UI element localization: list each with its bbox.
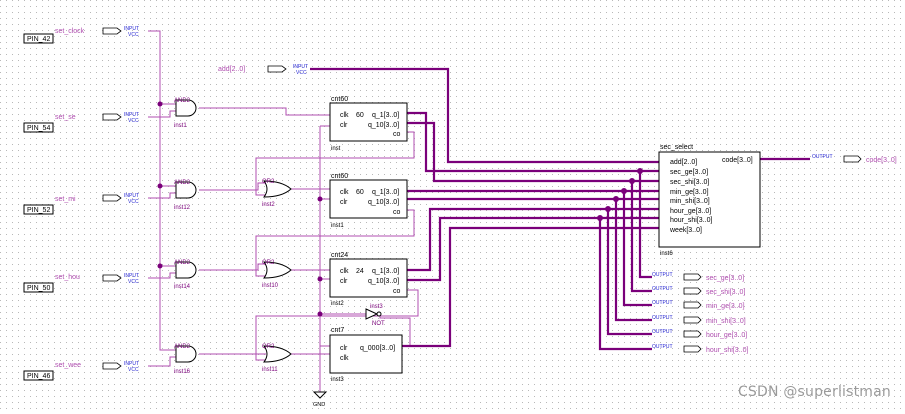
pin-signal: set_mi [55, 196, 76, 203]
block-name: cnt24 [331, 252, 348, 259]
gate-type: OR2 [262, 260, 275, 266]
port-label: hour_shi[3..0] [670, 217, 712, 224]
pin-label: PIN_50 [27, 285, 50, 292]
pin-vcc: VCC [128, 118, 139, 124]
gate-inst: inst11 [262, 367, 278, 373]
port-label: min_ge[3..0] [670, 189, 709, 196]
pin-vcc: VCC [296, 70, 307, 76]
pin-signal: set_wee [55, 362, 81, 369]
pin-signal: sec_ge[3..0] [706, 275, 744, 282]
port-label: co [393, 209, 401, 216]
pin-label: PIN_54 [27, 125, 50, 132]
block-inst: inst6 [660, 251, 673, 257]
pin-label: PIN_52 [27, 207, 50, 214]
pin-signal: hour_shi[3..0] [706, 347, 748, 354]
port-label: hour_ge[3..0] [670, 208, 711, 215]
pin-signal: set_clock [55, 28, 85, 35]
port-label: sec_ge[3..0] [670, 169, 708, 176]
port-label: clk [340, 355, 349, 362]
block-inst: inst2 [331, 301, 344, 307]
pin-tag: OUTPUT [652, 315, 673, 321]
gate-inst: inst16 [174, 369, 191, 375]
port-label: code[3..0] [722, 157, 753, 164]
pin-tag: OUTPUT [652, 300, 673, 306]
pin-signal: sec_shi[3..0] [706, 289, 745, 296]
block-name: sec_select [660, 144, 693, 151]
gate-inst: inst10 [262, 283, 279, 289]
pin-label: PIN_42 [27, 36, 50, 43]
gate-inst: inst3 [370, 304, 383, 310]
port-label: q_10[3..0] [368, 199, 399, 206]
port-label: q_000[3..0] [360, 345, 395, 352]
pin-signal: hour_ge[3..0] [706, 332, 747, 339]
counter-modulus: 24 [356, 268, 364, 275]
port-label: sec_shi[3..0] [670, 179, 709, 186]
pin-label: PIN_46 [27, 373, 50, 380]
port-label: clr [340, 122, 348, 129]
pin-signal: min_shi[3..0] [706, 318, 746, 325]
gate-type: AND2 [174, 180, 191, 186]
port-label: add[2..0] [670, 159, 697, 166]
pin-tag: OUTPUT [812, 154, 833, 160]
block-inst: inst [331, 146, 341, 152]
pin-tag: OUTPUT [652, 272, 673, 278]
gate-type: OR2 [262, 179, 275, 185]
port-label: clr [340, 199, 348, 206]
pin-signal: min_ge[3..0] [706, 303, 745, 310]
block-inst: inst1 [331, 223, 344, 229]
port-label: q_1[3..0] [372, 112, 399, 119]
pin-signal: code[3..0] [866, 157, 897, 164]
gate-inst: inst14 [174, 284, 191, 290]
gate-type: AND2 [174, 98, 191, 104]
pin-tag: OUTPUT [652, 344, 673, 350]
port-label: q_10[3..0] [368, 122, 399, 129]
pin-signal: set_hou [55, 274, 80, 281]
pin-vcc: VCC [128, 279, 139, 285]
pin-tag: OUTPUT [652, 286, 673, 292]
port-label: clk [340, 189, 349, 196]
block-name: cnt60 [331, 96, 348, 103]
port-label: q_1[3..0] [372, 189, 399, 196]
gate-type: NOT [372, 321, 385, 327]
block-name: cnt7 [331, 327, 344, 334]
port-label: min_shi[3..0] [670, 198, 710, 205]
gnd-label: GND [313, 402, 325, 408]
counter-modulus: 60 [356, 189, 364, 196]
pin-signal: add[2..0] [218, 66, 245, 73]
sec-select-block[interactable]: sec_select add[2..0] sec_ge[3..0] sec_sh… [658, 144, 761, 257]
port-label: clr [340, 345, 348, 352]
schematic-canvas: PIN_42 set_clock INPUT VCC PIN_54 set_se… [0, 0, 905, 414]
gate-type: AND2 [174, 260, 191, 266]
block-inst: inst3 [331, 377, 344, 383]
port-label: clr [340, 278, 348, 285]
gate-inst: inst12 [174, 205, 191, 211]
pin-vcc: VCC [128, 199, 139, 205]
counter-modulus: 60 [356, 112, 364, 119]
dot-grid [0, 0, 905, 414]
port-label: co [393, 288, 401, 295]
watermark: CSDN @superlistman [737, 384, 891, 400]
pin-tag: OUTPUT [652, 329, 673, 335]
pin-signal: set_se [55, 114, 76, 121]
port-label: co [393, 131, 401, 138]
port-label: clk [340, 268, 349, 275]
gate-inst: inst2 [262, 202, 275, 208]
port-label: q_1[3..0] [372, 268, 399, 275]
gate-inst: inst1 [174, 123, 187, 129]
gate-type: OR2 [262, 344, 275, 350]
port-label: week[3..0] [669, 227, 702, 234]
port-label: clk [340, 112, 349, 119]
port-label: q_10[3..0] [368, 278, 399, 285]
pin-vcc: VCC [128, 367, 139, 373]
pin-vcc: VCC [128, 32, 139, 38]
gate-type: AND2 [174, 344, 191, 350]
block-name: cnt60 [331, 173, 348, 180]
